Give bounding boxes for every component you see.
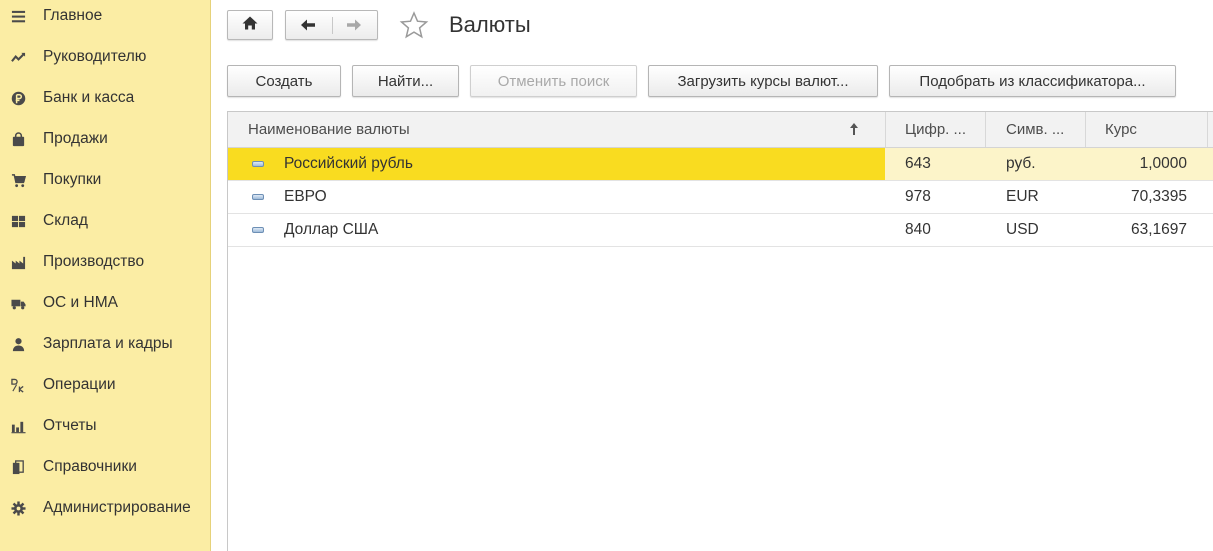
factory-icon: [10, 254, 26, 270]
sidebar-item-operations[interactable]: Операции: [0, 370, 211, 400]
sidebar-item-salary[interactable]: Зарплата и кадры: [0, 329, 211, 359]
warehouse-grid-icon: [10, 213, 26, 229]
back-button[interactable]: [300, 17, 316, 38]
row-values-cell: 840 USD 63,1697: [885, 214, 1213, 246]
forward-button[interactable]: [346, 17, 362, 38]
home-icon: [242, 15, 258, 36]
sidebar: Главное Руководителю Банк и касса Продаж…: [0, 0, 211, 551]
sidebar-item-bank[interactable]: Банк и касса: [0, 83, 211, 113]
sidebar-item-warehouse[interactable]: Склад: [0, 206, 211, 236]
sidebar-item-label: Главное: [43, 7, 103, 24]
sidebar-item-label: Справочники: [43, 458, 137, 475]
sidebar-item-references[interactable]: Справочники: [0, 452, 211, 482]
star-icon: [399, 11, 429, 44]
sidebar-item-label: Руководителю: [43, 48, 147, 65]
table-row[interactable]: ЕВРО 978 EUR 70,3395: [228, 181, 1213, 214]
app-window: Главное Руководителю Банк и касса Продаж…: [0, 0, 1213, 551]
currency-code: 840: [905, 221, 931, 238]
person-icon: [10, 336, 26, 352]
sidebar-item-label: Отчеты: [43, 417, 97, 434]
currency-rate: 70,3395: [1130, 188, 1187, 205]
row-values-cell: 643 руб. 1,0000: [885, 148, 1213, 180]
table-row[interactable]: Российский рубль 643 руб. 1,0000: [228, 148, 1213, 181]
nav-divider: [332, 17, 333, 34]
arrow-left-icon: [300, 19, 316, 37]
sidebar-item-label: Администрирование: [43, 499, 191, 516]
column-header-symbol[interactable]: Симв. ...: [1006, 112, 1084, 147]
sidebar-item-reports[interactable]: Отчеты: [0, 411, 211, 441]
column-header-code[interactable]: Цифр. ...: [905, 112, 985, 147]
currency-name: Доллар США: [284, 221, 379, 238]
home-button[interactable]: [227, 10, 273, 40]
page-title: Валюты: [449, 12, 531, 37]
currency-symbol: руб.: [1006, 155, 1036, 172]
menu-icon: [10, 8, 26, 24]
history-nav-group: [285, 10, 378, 40]
currency-table: Наименование валюты Цифр. ... Симв. ... …: [227, 111, 1213, 551]
column-divider: [885, 112, 886, 147]
sidebar-item-fixed-assets[interactable]: ОС и НМА: [0, 288, 211, 318]
books-icon: [10, 459, 26, 475]
sidebar-item-sales[interactable]: Продажи: [0, 124, 211, 154]
currency-name: Российский рубль: [284, 155, 413, 172]
catalog-item-icon: [252, 161, 264, 167]
table-header: Наименование валюты Цифр. ... Симв. ... …: [228, 112, 1213, 148]
sort-ascending-icon: [848, 121, 860, 137]
sidebar-item-label: ОС и НМА: [43, 294, 118, 311]
arrow-right-icon: [346, 19, 362, 37]
row-name-cell: ЕВРО: [228, 181, 885, 213]
currency-rate: 1,0000: [1139, 155, 1187, 172]
pick-from-classifier-button[interactable]: Подобрать из классификатора...: [889, 65, 1176, 97]
gear-icon: [10, 500, 26, 516]
shopping-cart-icon: [10, 172, 26, 188]
trend-chart-icon: [10, 49, 26, 65]
currency-code: 643: [905, 155, 931, 172]
ruble-coin-icon: [10, 90, 26, 106]
sidebar-item-label: Банк и касса: [43, 89, 135, 106]
currency-symbol: EUR: [1006, 188, 1039, 205]
sidebar-item-label: Зарплата и кадры: [43, 335, 173, 352]
column-divider: [1085, 112, 1086, 147]
sidebar-item-label: Покупки: [43, 171, 102, 188]
truck-icon: [10, 295, 26, 311]
bar-chart-icon: [10, 418, 26, 434]
cancel-search-button[interactable]: Отменить поиск: [470, 65, 637, 97]
sidebar-item-manager[interactable]: Руководителю: [0, 42, 211, 72]
dt-kt-operations-icon: [10, 377, 26, 393]
column-header-name[interactable]: Наименование валюты: [248, 112, 838, 147]
find-button[interactable]: Найти...: [352, 65, 459, 97]
row-name-cell: Доллар США: [228, 214, 885, 246]
sidebar-item-label: Производство: [43, 253, 145, 270]
sidebar-item-label: Склад: [43, 212, 88, 229]
row-name-cell: Российский рубль: [228, 148, 885, 180]
column-header-rate[interactable]: Курс: [1105, 112, 1195, 147]
favorite-button[interactable]: [399, 10, 429, 40]
load-currency-rates-button[interactable]: Загрузить курсы валют...: [648, 65, 878, 97]
sidebar-item-label: Операции: [43, 376, 116, 393]
sidebar-item-production[interactable]: Производство: [0, 247, 211, 277]
shopping-bag-icon: [10, 131, 26, 147]
catalog-item-icon: [252, 194, 264, 200]
sidebar-item-main[interactable]: Главное: [0, 1, 211, 31]
column-divider: [985, 112, 986, 147]
table-row[interactable]: Доллар США 840 USD 63,1697: [228, 214, 1213, 247]
sidebar-item-administration[interactable]: Администрирование: [0, 493, 211, 523]
row-values-cell: 978 EUR 70,3395: [885, 181, 1213, 213]
currency-name: ЕВРО: [284, 188, 327, 205]
main-content: Валюты Создать Найти... Отменить поиск З…: [212, 0, 1213, 551]
currency-symbol: USD: [1006, 221, 1039, 238]
currency-code: 978: [905, 188, 931, 205]
column-divider: [1207, 112, 1208, 147]
catalog-item-icon: [252, 227, 264, 233]
currency-rate: 63,1697: [1130, 221, 1187, 238]
create-button[interactable]: Создать: [227, 65, 341, 97]
sidebar-item-purchases[interactable]: Покупки: [0, 165, 211, 195]
sidebar-item-label: Продажи: [43, 130, 108, 147]
